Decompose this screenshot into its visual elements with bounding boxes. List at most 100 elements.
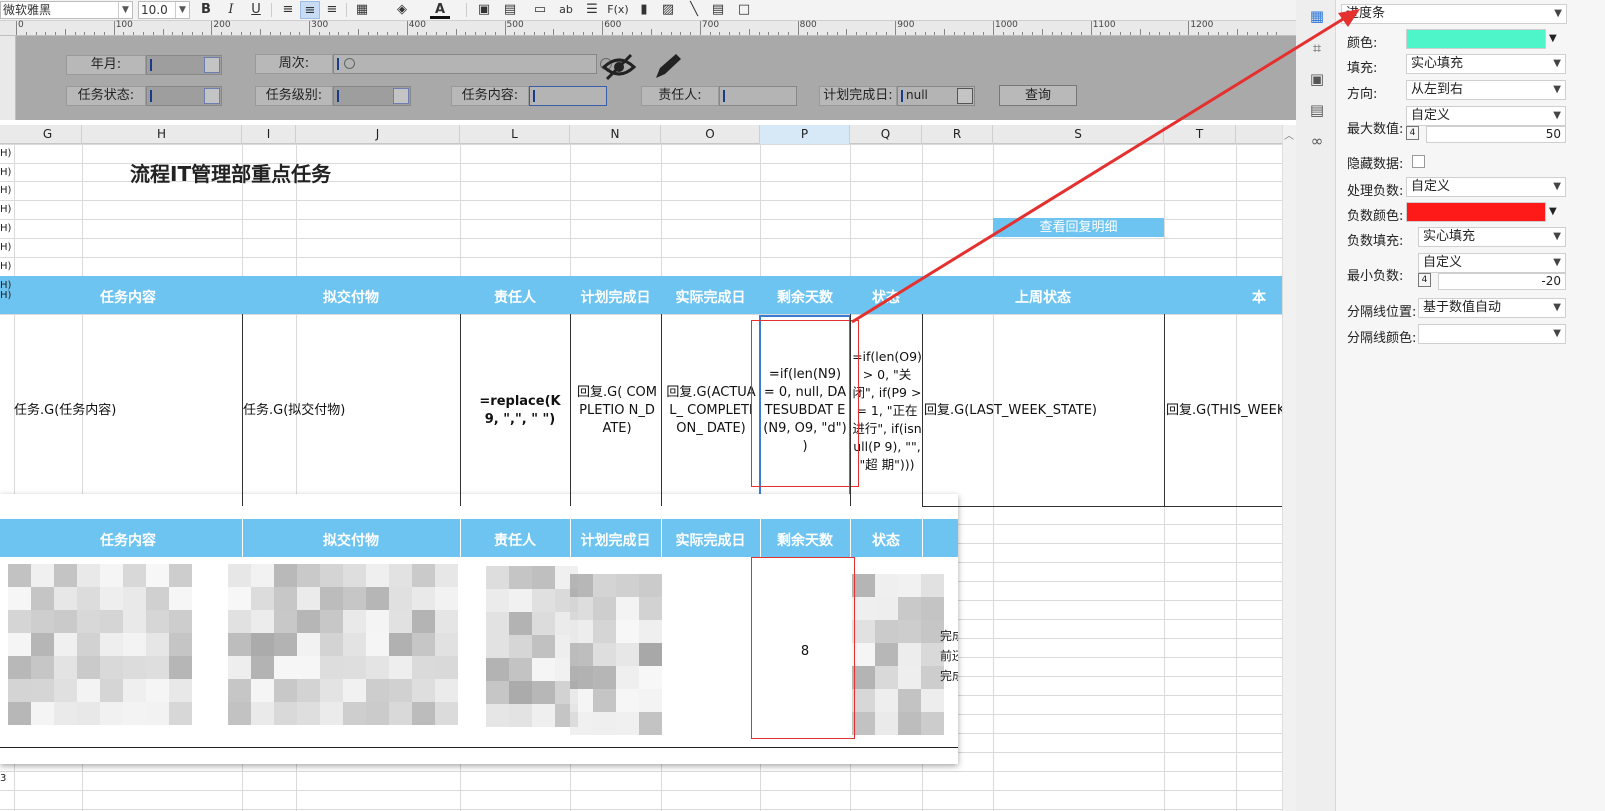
radio-icon[interactable] [344, 58, 355, 69]
image-icon[interactable]: ▨ [658, 1, 678, 19]
formula-button[interactable]: F(x) [606, 1, 630, 19]
row-label: H) [0, 223, 12, 234]
scroll-up-icon[interactable]: ︿ [1284, 127, 1294, 142]
owner-cell[interactable]: =replace(K9, ",", " ") [475, 316, 565, 506]
bar-chart-icon[interactable]: ▮ [634, 1, 654, 19]
plan-date-picker[interactable]: null [897, 86, 975, 106]
bold-button[interactable]: B [196, 1, 216, 19]
slash-line-icon[interactable]: ╲ [684, 1, 704, 19]
dropdown-button-icon[interactable] [204, 57, 220, 73]
divider-position-select[interactable]: 基于数值自动 ▼ [1418, 298, 1566, 318]
cell-element-icon[interactable]: ▦ [1306, 7, 1328, 25]
dropdown-button-icon[interactable] [204, 88, 220, 104]
column-header-s[interactable]: S [993, 125, 1164, 144]
style-type-select[interactable]: 进度条 ▼ [1341, 4, 1567, 24]
color-swatch[interactable] [1406, 29, 1546, 49]
unmerge-cells-icon[interactable]: ▤ [500, 1, 520, 19]
formula-toggle-icon[interactable]: 4 [1406, 126, 1419, 140]
this-week-state-cell[interactable]: 回复.G(THIS_WEEK_ [1166, 316, 1282, 506]
ruler-minor-tick [973, 32, 975, 35]
ruler-minor-tick [250, 32, 252, 35]
actual-date-cell[interactable]: 回复.G(ACTUA L_ COMPLETION_ DATE) [665, 316, 757, 506]
redacted-pixel [616, 597, 639, 620]
underline-button[interactable]: U [246, 1, 266, 19]
column-header-g[interactable]: G [14, 125, 82, 144]
deliverable-cell[interactable]: 任务.G(拟交付物) [243, 316, 460, 506]
text-field-icon[interactable]: ▭ [530, 1, 550, 19]
merge-cells-icon[interactable]: ▣ [474, 1, 494, 19]
hide-data-checkbox[interactable] [1412, 155, 1425, 168]
font-family-select[interactable]: 微软雅黑 ▼ [0, 1, 133, 19]
ruler-tick-label: 400 [408, 20, 426, 30]
hide-eye-icon[interactable] [601, 51, 637, 83]
redacted-pixel [412, 564, 435, 587]
fill-color-icon[interactable]: ◈ [392, 1, 412, 19]
reply-detail-button[interactable]: 查看回复明细 [993, 218, 1164, 237]
column-header-o[interactable]: O [661, 125, 760, 144]
redacted-pixel [169, 633, 192, 656]
min-negative-mode-select[interactable]: 自定义 ▼ [1418, 253, 1566, 273]
task-content-cell[interactable]: 任务.G(任务内容) [14, 316, 242, 506]
direction-select[interactable]: 从左到右 ▼ [1406, 80, 1566, 100]
fill-select[interactable]: 实心填充 ▼ [1406, 54, 1566, 74]
chevron-down-icon: ▼ [1553, 181, 1561, 192]
status-cell[interactable]: =if(len(O9) > 0, "关闭", if(P9 >= 1, "正在进行… [852, 316, 922, 506]
align-left-icon[interactable]: ≡ [278, 1, 298, 19]
document-icon[interactable]: ▤ [708, 1, 728, 19]
task-status-combo[interactable] [146, 86, 222, 106]
column-header-t[interactable]: T [1164, 125, 1236, 144]
task-level-combo[interactable] [333, 86, 411, 106]
column-header-r[interactable]: R [922, 125, 993, 144]
chevron-down-icon[interactable]: ▼ [1549, 29, 1557, 49]
cell-attribute-icon[interactable]: ⌗ [1306, 39, 1328, 57]
row-label: H) [0, 204, 12, 215]
dropdown-button-icon[interactable] [393, 88, 409, 104]
widget-icon[interactable]: ▣ [1306, 70, 1328, 88]
frame-icon[interactable]: □ [734, 1, 754, 19]
align-center-icon[interactable]: ≡ [300, 1, 320, 19]
hyperlink-icon[interactable]: ∞ [1306, 132, 1328, 150]
max-mode-select[interactable]: 自定义 ▼ [1406, 106, 1566, 126]
chevron-down-icon[interactable]: ▼ [1549, 202, 1557, 222]
edit-pencil-icon[interactable] [650, 50, 684, 82]
column-header-l[interactable]: L [460, 125, 570, 144]
vertical-scrollbar[interactable]: ︿ [1282, 125, 1296, 811]
ruler-minor-tick [1032, 32, 1034, 35]
column-header-h[interactable]: H [82, 125, 242, 144]
column-header-q[interactable]: Q [850, 125, 922, 144]
header-divider [922, 519, 923, 557]
calendar-icon[interactable] [957, 88, 973, 104]
font-size-select[interactable]: 10.0 ▼ [138, 1, 190, 19]
query-button[interactable]: 查询 [999, 85, 1077, 106]
align-right-icon[interactable]: ≡ [322, 1, 342, 19]
formula-toggle-icon[interactable]: 4 [1418, 273, 1431, 287]
italic-button[interactable]: I [221, 1, 241, 19]
border-icon[interactable]: ▦ [352, 1, 372, 19]
plan-date-cell[interactable]: 回复.G( COMPLETIO N_DATE) [575, 316, 659, 506]
column-header-p[interactable]: P [760, 125, 850, 144]
font-color-button[interactable]: A [430, 1, 450, 19]
text-abc-button[interactable]: ab [556, 1, 576, 19]
week-slider[interactable] [333, 54, 612, 74]
column-header-j[interactable]: J [296, 125, 460, 144]
divider-color-select[interactable]: ▼ [1418, 324, 1566, 344]
redacted-pixel [921, 712, 944, 735]
paragraph-icon[interactable]: ☰ [582, 1, 602, 19]
redacted-pixel [875, 689, 898, 712]
year-month-combo[interactable] [146, 55, 222, 75]
owner-input[interactable] [719, 86, 797, 106]
negative-fill-select[interactable]: 实心填充 ▼ [1418, 227, 1566, 247]
negative-color-swatch[interactable] [1406, 202, 1546, 222]
column-header-i[interactable]: I [242, 125, 296, 144]
negative-mode-select[interactable]: 自定义 ▼ [1406, 177, 1566, 197]
max-value-input[interactable]: 50 [1426, 126, 1566, 143]
column-header-n[interactable]: N [570, 125, 661, 144]
redacted-pixel [486, 612, 509, 635]
redacted-pixel [412, 587, 435, 610]
table-header-cell: 本 [1252, 290, 1266, 306]
ruler-minor-tick [1002, 32, 1004, 35]
condition-icon[interactable]: ▤ [1306, 101, 1328, 119]
task-content-input[interactable] [529, 86, 607, 106]
last-week-state-cell[interactable]: 回复.G(LAST_WEEK_STATE) [924, 316, 1164, 506]
min-negative-input[interactable]: -20 [1438, 273, 1566, 290]
